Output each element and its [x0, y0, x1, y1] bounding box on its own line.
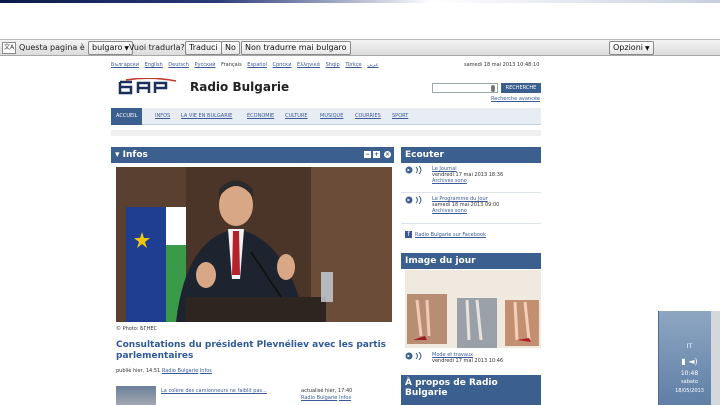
speaker-icon[interactable] — [405, 166, 425, 174]
close-icon[interactable]: × — [384, 151, 391, 158]
bnr-logo[interactable] — [118, 78, 182, 96]
minimize-icon[interactable]: − — [364, 151, 371, 158]
nav-infos[interactable]: INFOS — [155, 113, 170, 119]
header-date: samedi 18 mai 2013 10:48:10 — [464, 62, 540, 68]
translate-bar: 文A Questa pagina è in bulgaro ▼ Vuoi trad… — [0, 39, 720, 56]
source-language-value: bulgaro — [92, 43, 123, 52]
never-translate-button[interactable]: Non tradurre mai bulgaro — [241, 41, 351, 55]
news-source-link[interactable]: Radio Bulgarie — [162, 368, 198, 374]
story-date: actualisé hier, 17:40 — [301, 388, 353, 394]
collapse-icon[interactable]: ▾ — [115, 150, 123, 160]
lang-link[interactable]: English — [145, 62, 163, 68]
nav-accueil[interactable]: ACCUEIL — [111, 108, 143, 125]
chevron-down-icon: ▼ — [644, 45, 650, 52]
audio-item-journal: Le Journal vendredi 17 mai 2013 18:36 Ar… — [432, 166, 503, 184]
apropos-header: À propos de Radio Bulgarie — [401, 375, 541, 405]
audio-archives-link[interactable]: Archives sono — [432, 208, 467, 214]
news-meta: publié hier, 14:51 Radio Bulgarie Infos — [116, 368, 212, 374]
language-bar: Български English Deutsch Русский França… — [111, 62, 383, 68]
nav-courries[interactable]: COURRIES — [355, 113, 381, 119]
infos-title: Infos — [122, 150, 148, 160]
nav-vie-bulgarie[interactable]: LA VIE EN BULGARIE — [181, 113, 232, 119]
facebook-icon: f — [405, 231, 412, 238]
lang-link[interactable]: Deutsch — [168, 62, 189, 68]
speaker-icon[interactable] — [405, 196, 425, 204]
sub-nav-strip — [111, 130, 541, 136]
nav-sport[interactable]: SPORT — [392, 113, 408, 119]
story-thumbnail[interactable] — [116, 386, 156, 405]
facebook-label: Radio Bulgarie sur Facebook — [415, 232, 486, 238]
advanced-search-link[interactable]: Recherche avancée — [491, 96, 540, 102]
browser-top — [0, 0, 720, 40]
news-photo[interactable] — [116, 167, 392, 322]
divider — [401, 223, 541, 224]
lang-link[interactable]: Српски — [273, 62, 292, 68]
lang-link[interactable]: عربي — [367, 62, 378, 68]
infos-header: ▾ Infos − + × — [111, 147, 394, 163]
scrollbar[interactable] — [711, 311, 720, 405]
maximize-icon[interactable]: + — [373, 151, 380, 158]
site-name: Radio Bulgarie — [190, 80, 290, 94]
lang-link[interactable]: Русский — [194, 62, 215, 68]
lang-link[interactable]: Español — [247, 62, 267, 68]
nav-musique[interactable]: MUSIQUE — [320, 113, 343, 119]
news-headline[interactable]: Consultations du président Plevnéliev av… — [116, 340, 392, 362]
story-section-link[interactable]: Infos — [339, 395, 351, 401]
image-du-jour-header: Image du jour — [401, 253, 541, 269]
ecouter-header: Ecouter — [401, 147, 541, 163]
audio-archives-link[interactable]: Archives sono — [432, 178, 467, 184]
photo-credit: © Photo: БГНЕС — [116, 326, 158, 332]
nav-culture[interactable]: CULTURE — [285, 113, 308, 119]
lang-link[interactable]: Ελληνικά — [297, 62, 320, 68]
image-caption-item: Mode et travaux vendredi 17 mai 2013 10:… — [432, 352, 503, 364]
search-button[interactable]: RECHERCHE — [501, 83, 541, 93]
divider — [401, 192, 541, 193]
translate-question: Questa pagina è in — [19, 43, 95, 52]
lang-current: Français — [221, 62, 242, 68]
translate-prompt: Vuoi tradurla? — [129, 43, 185, 52]
story-source-link[interactable]: Radio Bulgarie — [301, 395, 337, 401]
audio-item-programme: Le Programme du Jour samedi 18 mai 2013 … — [432, 196, 499, 214]
lang-link[interactable]: Shqip — [326, 62, 340, 68]
speaker-icon[interactable] — [405, 352, 425, 360]
main-nav: ACCUEIL INFOS LA VIE EN BULGARIE ECONOMI… — [111, 108, 541, 125]
image-du-jour-photo[interactable] — [405, 270, 541, 348]
facebook-link[interactable]: f Radio Bulgarie sur Facebook — [405, 231, 486, 238]
translate-button[interactable]: Traduci — [185, 41, 222, 55]
nav-economie[interactable]: ECONOMIE — [247, 113, 274, 119]
top-band — [0, 0, 720, 3]
news-section-link[interactable]: Infos — [200, 368, 212, 374]
news-date: publié hier, 14:51 — [116, 368, 161, 374]
story-meta: actualisé hier, 17:40 Radio Bulgarie Inf… — [301, 388, 352, 402]
source-language-select[interactable]: bulgaro ▼ — [88, 41, 133, 55]
lang-link[interactable]: Български — [111, 62, 139, 68]
options-label: Opzioni — [613, 43, 643, 52]
image-date: vendredi 17 mai 2013 10:46 — [432, 358, 504, 364]
microphone-icon[interactable] — [491, 85, 495, 92]
search-input[interactable] — [432, 83, 498, 93]
no-button[interactable]: No — [221, 41, 240, 55]
translate-icon: 文A — [2, 42, 16, 54]
story-link[interactable]: La colère des camionneurs ne faiblit pas… — [161, 388, 267, 394]
lang-link[interactable]: Türkçe — [345, 62, 361, 68]
options-button[interactable]: Opzioni ▼ — [609, 41, 654, 55]
